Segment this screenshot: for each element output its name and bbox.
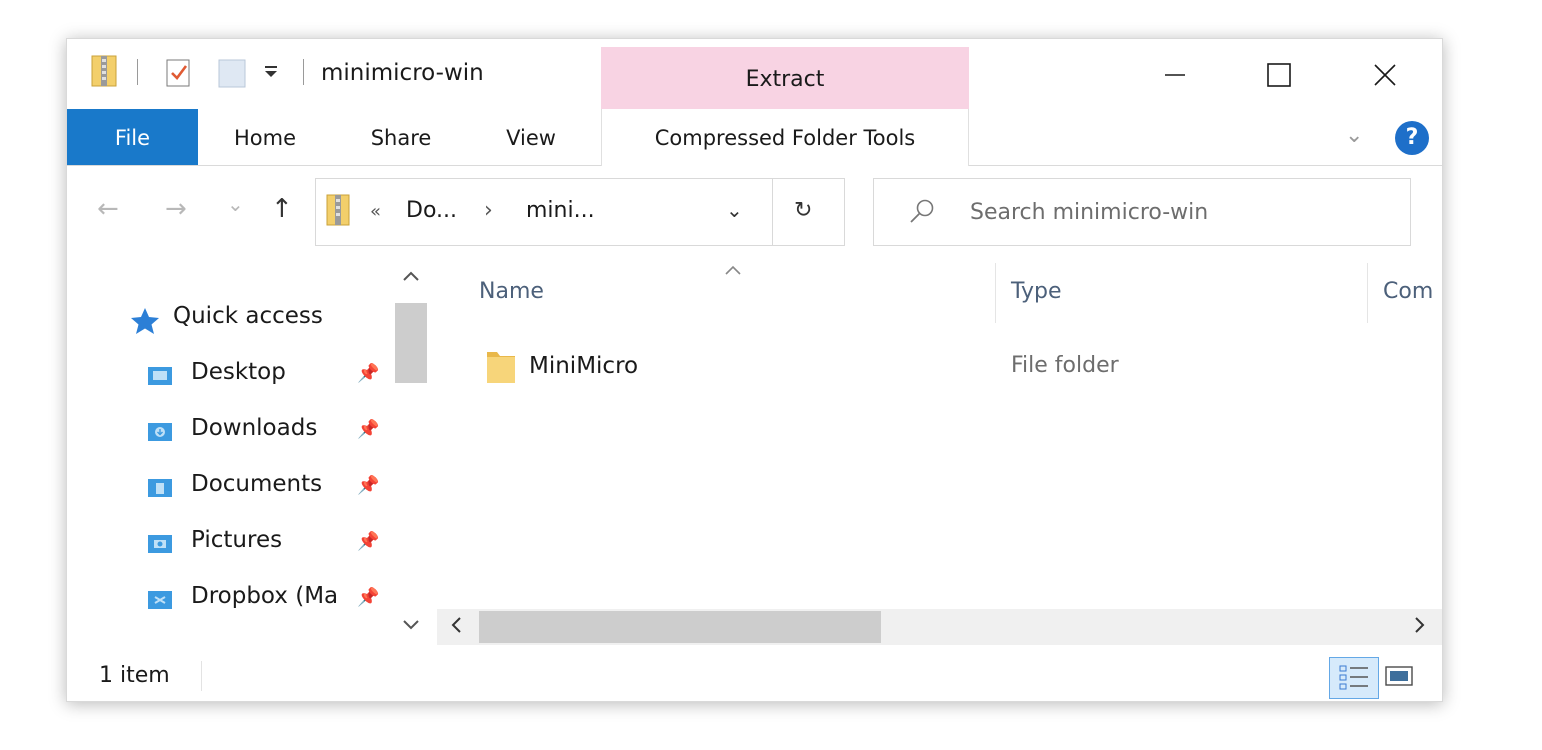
forward-button[interactable]: → <box>165 194 187 224</box>
title-bar: minimicro-win Extract <box>67 39 1442 109</box>
nav-item-label: Downloads <box>191 415 318 441</box>
file-name: MiniMicro <box>529 353 639 379</box>
file-type: File folder <box>1011 353 1119 378</box>
nav-item-documents[interactable]: Documents 📌 <box>67 461 397 509</box>
tab-share[interactable]: Share <box>353 109 449 165</box>
address-bar[interactable]: « Do... › mini... ⌄ ↻ <box>315 178 845 246</box>
tab-view[interactable]: View <box>487 109 575 165</box>
column-header-compressed[interactable]: Com <box>1383 279 1433 304</box>
scroll-thumb[interactable] <box>395 303 427 383</box>
pin-icon[interactable]: 📌 <box>357 419 379 440</box>
maximize-button[interactable] <box>1249 53 1309 97</box>
folder-icon <box>485 347 517 389</box>
up-button[interactable]: ↑ <box>271 194 293 224</box>
customize-qat-icon[interactable] <box>263 64 279 80</box>
nav-item-desktop[interactable]: Desktop 📌 <box>67 349 397 397</box>
tab-home[interactable]: Home <box>215 109 315 165</box>
qat-separator <box>137 59 138 85</box>
properties-icon[interactable] <box>165 57 193 89</box>
file-list-pane: Name Type Com MiniMicro File folder <box>437 253 1442 653</box>
item-count: 1 item <box>99 663 170 688</box>
zip-folder-icon <box>91 54 117 88</box>
window-title: minimicro-win <box>321 60 484 86</box>
ribbon-tab-bar: File Home Share View Compressed Folder T… <box>67 109 1442 166</box>
pin-icon[interactable]: 📌 <box>357 531 379 552</box>
scroll-left-icon[interactable] <box>449 615 463 639</box>
pictures-icon <box>147 533 173 559</box>
star-icon <box>129 307 161 339</box>
nav-item-pictures[interactable]: Pictures 📌 <box>67 517 397 565</box>
nav-pane-scrollbar[interactable] <box>393 263 429 643</box>
navigation-bar: ← → ⌄ ↑ « Do... › mini... ⌄ ↻ <box>67 166 1442 252</box>
search-icon <box>908 197 936 229</box>
column-header-type[interactable]: Type <box>1011 279 1062 304</box>
breadcrumb-minimicro[interactable]: mini... <box>526 198 595 223</box>
nav-item-label: Documents <box>191 471 323 497</box>
scroll-down-icon[interactable] <box>401 617 421 636</box>
nav-item-dropbox[interactable]: Dropbox (Ma 📌 <box>67 573 397 621</box>
nav-item-label: Quick access <box>173 303 323 329</box>
nav-item-label: Dropbox (Ma <box>191 583 339 609</box>
zip-folder-icon <box>326 193 350 231</box>
navigation-pane: Quick access Desktop 📌 Downloads 📌 Docum… <box>67 253 433 653</box>
search-box[interactable] <box>873 178 1411 246</box>
sort-ascending-icon <box>723 261 743 280</box>
column-divider[interactable] <box>1367 263 1368 323</box>
nav-item-label: Pictures <box>191 527 283 553</box>
dropbox-icon <box>147 589 173 615</box>
qat-separator <box>303 59 304 85</box>
tab-group-extract[interactable]: Extract <box>601 47 969 109</box>
column-divider[interactable] <box>995 263 996 323</box>
minimize-icon <box>1165 74 1185 76</box>
new-folder-icon[interactable] <box>217 57 247 89</box>
minimize-button[interactable] <box>1145 53 1205 97</box>
status-bar: 1 item <box>67 653 1442 701</box>
column-header-name[interactable]: Name <box>479 279 544 304</box>
close-button[interactable] <box>1355 53 1415 97</box>
close-icon <box>1374 64 1396 86</box>
nav-item-downloads[interactable]: Downloads 📌 <box>67 405 397 453</box>
large-icons-view-button[interactable] <box>1383 663 1415 693</box>
recent-locations-button[interactable]: ⌄ <box>227 192 244 216</box>
documents-icon <box>147 477 173 503</box>
refresh-icon[interactable]: ↻ <box>794 198 812 223</box>
pin-icon[interactable]: 📌 <box>357 363 379 384</box>
nav-item-label: Desktop <box>191 359 286 385</box>
help-icon[interactable]: ? <box>1395 121 1429 155</box>
nav-item-quick-access[interactable]: Quick access <box>67 293 397 341</box>
scroll-up-icon[interactable] <box>401 267 421 288</box>
tab-file[interactable]: File <box>67 109 198 165</box>
back-button[interactable]: ← <box>97 194 119 224</box>
desktop-icon <box>147 365 173 391</box>
downloads-icon <box>147 421 173 447</box>
large-icons-view-icon <box>1385 666 1413 686</box>
scroll-thumb[interactable] <box>479 611 881 643</box>
details-view-icon <box>1339 665 1368 690</box>
pin-icon[interactable]: 📌 <box>357 587 379 608</box>
address-divider <box>772 179 773 245</box>
expand-ribbon-icon[interactable]: ⌄ <box>1345 123 1363 148</box>
pin-icon[interactable]: 📌 <box>357 475 379 496</box>
address-overflow-icon[interactable]: « <box>370 201 381 222</box>
breadcrumb-documents[interactable]: Do... <box>406 198 457 223</box>
details-view-button[interactable] <box>1329 657 1379 699</box>
maximize-icon <box>1267 63 1291 87</box>
scroll-right-icon[interactable] <box>1413 615 1427 639</box>
explorer-window: minimicro-win Extract File Home Share Vi… <box>66 38 1443 702</box>
file-row[interactable]: MiniMicro File folder <box>447 343 1437 389</box>
search-input[interactable] <box>968 193 1392 231</box>
status-divider <box>201 661 202 691</box>
breadcrumb-separator-icon: › <box>484 198 493 223</box>
horizontal-scrollbar[interactable] <box>437 609 1442 645</box>
tab-compressed-folder-tools[interactable]: Compressed Folder Tools <box>601 109 969 166</box>
address-dropdown-icon[interactable]: ⌄ <box>726 198 743 222</box>
